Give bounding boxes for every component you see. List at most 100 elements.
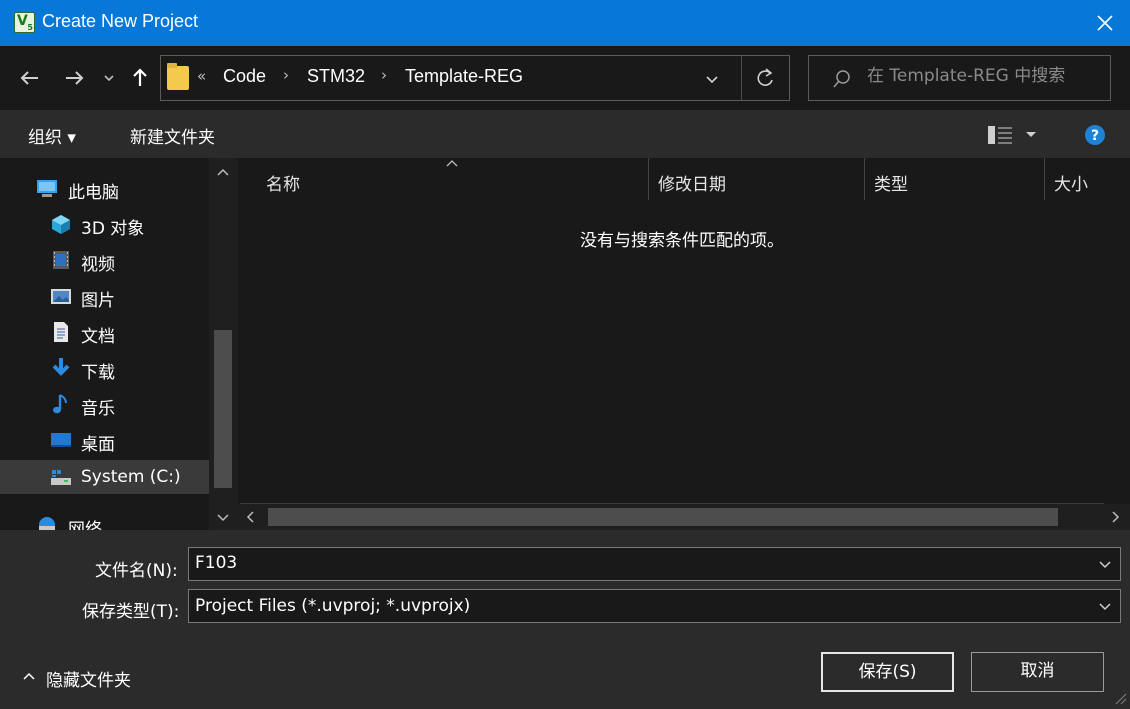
music-icon	[53, 394, 67, 414]
nav-item-music[interactable]: 音乐	[0, 387, 209, 421]
toolbar: 组织 ▾ 新建文件夹	[0, 110, 1130, 158]
column-header-date-modified[interactable]: 修改日期	[658, 170, 726, 195]
chevron-down-icon[interactable]	[1096, 597, 1114, 615]
nav-item-network[interactable]: 网络	[0, 508, 209, 530]
desktop-icon	[51, 433, 71, 447]
search-icon	[833, 70, 850, 88]
navigation-pane[interactable]: 此电脑 3D 对象 视频 图片 文档 下载 音乐 桌面 System (C:) …	[0, 158, 238, 530]
save-button[interactable]: 保存(S)	[821, 652, 954, 692]
nav-scrollbar[interactable]	[209, 158, 238, 530]
help-button[interactable]: ?	[1084, 124, 1106, 151]
filename-input[interactable]	[195, 553, 1075, 573]
network-icon	[39, 517, 55, 530]
scroll-up-icon[interactable]	[215, 166, 231, 180]
nav-item-label: 桌面	[81, 435, 115, 455]
address-dropdown-button[interactable]	[701, 68, 723, 90]
nav-item-label: 网络	[68, 520, 102, 530]
nav-item-videos[interactable]: 视频	[0, 243, 209, 277]
address-row: « Code › STM32 › Template-REG	[0, 46, 1130, 110]
nav-item-label: System (C:)	[81, 467, 181, 487]
nav-item-label: 图片	[81, 291, 115, 311]
breadcrumb-separator: ›	[283, 66, 289, 84]
window-title: Create New Project	[42, 11, 199, 31]
column-divider[interactable]	[1044, 158, 1045, 200]
nav-item-label: 此电脑	[68, 183, 119, 203]
filename-label: 文件名(N):	[95, 561, 178, 581]
filetype-select[interactable]: Project Files (*.uvproj; *.uvprojx)	[188, 589, 1121, 623]
nav-item-this-pc[interactable]: 此电脑	[0, 171, 209, 205]
computer-icon	[37, 180, 57, 197]
nav-item-label: 文档	[81, 327, 115, 347]
search-box[interactable]	[808, 55, 1111, 101]
file-list-horizontal-scrollbar[interactable]	[238, 504, 1130, 530]
hide-folders-label: 隐藏文件夹	[46, 671, 131, 691]
change-view-button[interactable]	[988, 124, 1040, 146]
arrow-up-icon	[133, 68, 147, 86]
search-input[interactable]	[867, 66, 1102, 86]
breadcrumb-stm32[interactable]: STM32	[307, 66, 365, 87]
title-bar: V5 Create New Project	[0, 0, 1130, 46]
nav-item-label: 视频	[81, 255, 115, 275]
nav-item-pictures[interactable]: 图片	[0, 279, 209, 313]
arrow-left-icon	[20, 71, 38, 85]
new-folder-button[interactable]: 新建文件夹	[130, 123, 215, 148]
nav-item-label: 音乐	[81, 399, 115, 419]
chevron-down-icon[interactable]	[1096, 555, 1114, 573]
chevron-up-icon	[23, 672, 35, 680]
file-list[interactable]: 名称 修改日期 类型 大小 没有与搜索条件匹配的项。	[238, 158, 1130, 530]
chevron-down-icon	[104, 75, 114, 82]
organize-button[interactable]: 组织 ▾	[28, 123, 76, 148]
drive-icon	[51, 470, 71, 485]
app-icon: V5	[14, 12, 35, 33]
nav-item-desktop[interactable]: 桌面	[0, 423, 209, 457]
back-button[interactable]	[16, 64, 44, 92]
column-divider[interactable]	[648, 158, 649, 200]
filetype-value: Project Files (*.uvproj; *.uvprojx)	[195, 596, 471, 616]
save-options-panel: 文件名(N): 保存类型(T): Project Files (*.uvproj…	[0, 530, 1130, 709]
refresh-icon	[757, 68, 773, 86]
filetype-label: 保存类型(T):	[82, 602, 180, 622]
chevron-down-icon	[706, 76, 718, 84]
nav-item-downloads[interactable]: 下载	[0, 351, 209, 385]
filename-combobox[interactable]	[188, 547, 1121, 581]
nav-item-documents[interactable]: 文档	[0, 315, 209, 349]
column-header-size[interactable]: 大小	[1054, 170, 1088, 195]
breadcrumb-separator: ›	[381, 66, 387, 84]
recent-locations-button[interactable]	[100, 64, 118, 92]
nav-item-label: 下载	[81, 363, 115, 383]
nav-item-3d-objects[interactable]: 3D 对象	[0, 207, 209, 241]
forward-button[interactable]	[60, 64, 88, 92]
breadcrumb-overflow[interactable]: «	[197, 67, 206, 85]
horizontal-scrollbar-thumb[interactable]	[268, 508, 1058, 526]
scroll-right-icon[interactable]	[1108, 509, 1122, 525]
arrow-right-icon	[66, 71, 84, 85]
sort-ascending-icon	[446, 160, 458, 167]
up-button[interactable]	[126, 64, 154, 92]
pictures-icon	[51, 289, 71, 304]
column-header-type[interactable]: 类型	[874, 170, 908, 195]
cancel-button[interactable]: 取消	[971, 652, 1104, 692]
folder-icon	[167, 63, 189, 90]
close-button[interactable]	[1088, 6, 1122, 40]
breadcrumb-code[interactable]: Code	[223, 66, 266, 87]
documents-icon	[54, 322, 68, 342]
main-area: 此电脑 3D 对象 视频 图片 文档 下载 音乐 桌面 System (C:) …	[0, 158, 1130, 530]
nav-scrollbar-thumb[interactable]	[214, 330, 232, 488]
column-divider[interactable]	[864, 158, 865, 200]
resize-grip-icon[interactable]	[1112, 690, 1128, 706]
breadcrumb-template-reg[interactable]: Template-REG	[405, 66, 523, 87]
view-details-icon	[988, 126, 1036, 144]
nav-item-label: 3D 对象	[81, 219, 145, 239]
refresh-button[interactable]	[741, 56, 789, 100]
scroll-left-icon[interactable]	[244, 509, 258, 525]
svg-text:?: ?	[1091, 128, 1099, 144]
help-icon: ?	[1085, 125, 1105, 145]
nav-item-system-drive[interactable]: System (C:)	[0, 460, 209, 494]
empty-state-message: 没有与搜索条件匹配的项。	[580, 231, 784, 251]
3d-objects-icon	[52, 215, 70, 234]
address-bar[interactable]: « Code › STM32 › Template-REG	[160, 55, 790, 101]
scroll-down-icon[interactable]	[215, 510, 231, 524]
column-header-name[interactable]: 名称	[266, 170, 300, 195]
close-icon	[1097, 15, 1113, 31]
download-icon	[52, 358, 70, 376]
